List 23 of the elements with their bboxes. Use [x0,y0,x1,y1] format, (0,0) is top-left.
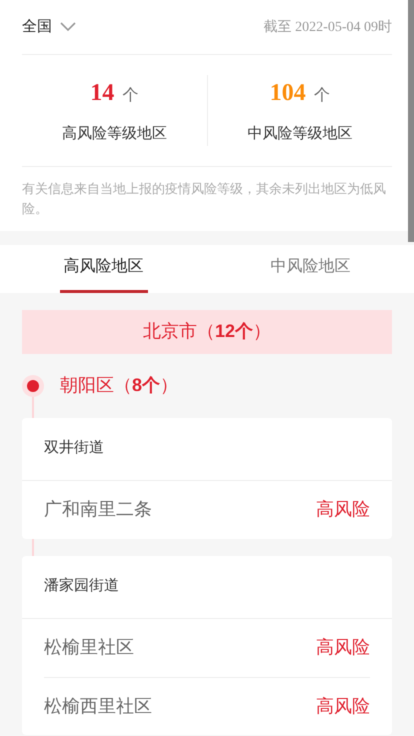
count-value: 104 [270,79,306,108]
count-unit: 个 [314,86,330,106]
place-name: 广和南里二条 [44,498,152,521]
scrollbar-thumb[interactable] [408,0,414,242]
tab[interactable]: 中风险地区 [207,244,414,292]
stat-label: 中风险等级地区 [247,124,352,144]
update-time: 截至 2022-05-04 09时 [264,18,392,36]
risk-level: 高风险 [316,498,370,521]
city-banner: 北京市（12个） [22,310,392,354]
street-name: 双井街道 [44,438,104,458]
count-value: 14 [90,79,114,108]
chevron-down-icon [60,22,76,32]
tab[interactable]: 高风险地区 [0,244,207,292]
risk-level: 高风险 [316,636,370,659]
street-name: 潘家园街道 [44,576,119,596]
count-unit: 个 [122,86,138,106]
place-name: 松榆西里社区 [44,694,152,718]
district-title: 朝阳区（8个） [60,374,178,397]
risk-level: 高风险 [316,694,370,718]
stat-label: 高风险等级地区 [62,124,167,144]
region-selector[interactable]: 全国 [22,16,76,38]
info-note: 有关信息来自当地上报的疫情风险等级，其余未列出地区为低风险。 [22,180,387,218]
place-name: 松榆里社区 [44,636,134,659]
